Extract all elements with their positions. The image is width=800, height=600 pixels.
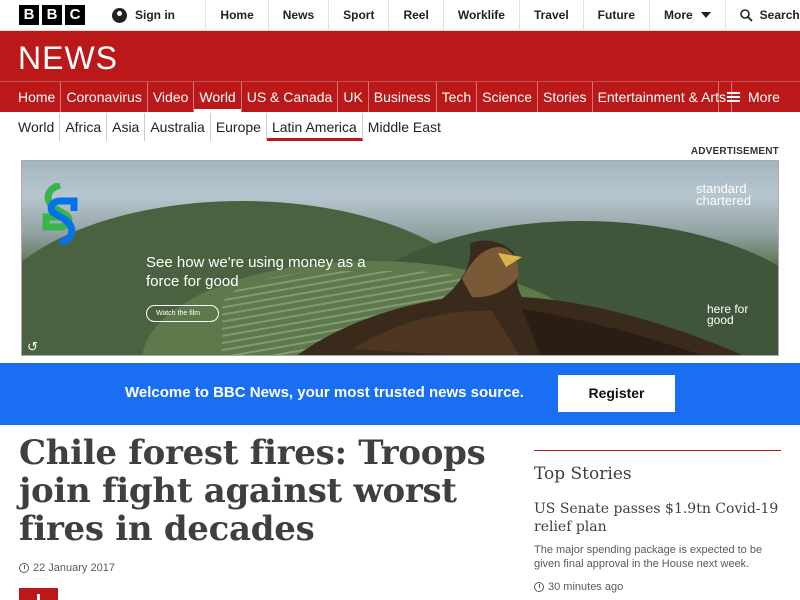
article-headline: Chile forest fires: Troops join fight ag… <box>19 433 486 549</box>
global-nav-reel[interactable]: Reel <box>388 0 442 30</box>
subnav-latin-america[interactable]: Latin America <box>266 113 363 141</box>
news-nav-home[interactable]: Home <box>0 82 62 112</box>
global-nav-news[interactable]: News <box>267 0 328 30</box>
ad-brand-name: standard chartered <box>696 182 751 208</box>
news-nav-stories[interactable]: Stories <box>538 82 593 112</box>
news-nav-more-button[interactable]: More <box>718 82 800 112</box>
global-nav-sport[interactable]: Sport <box>328 0 388 30</box>
news-nav-more-label: More <box>748 89 780 105</box>
ad-tagline: See how we're using money as a force for… <box>146 254 366 290</box>
top-story-time-text: 30 minutes ago <box>548 581 624 593</box>
user-icon <box>112 7 127 23</box>
subnav-europe[interactable]: Europe <box>211 113 267 141</box>
global-nav-home[interactable]: Home <box>205 0 267 30</box>
top-story-summary: The major spending package is expected t… <box>534 544 763 570</box>
subnav-world[interactable]: World <box>0 113 61 141</box>
global-nav-worklife[interactable]: Worklife <box>442 0 519 30</box>
clock-icon <box>19 563 29 573</box>
news-nav-entertainment-arts[interactable]: Entertainment & Arts <box>593 82 732 112</box>
ad-brand-line2: chartered <box>696 193 751 208</box>
news-nav-video[interactable]: Video <box>148 82 195 112</box>
top-stories-heading: Top Stories <box>534 464 632 484</box>
search-icon <box>739 8 753 22</box>
subnav-asia[interactable]: Asia <box>107 113 146 141</box>
news-nav-coronavirus[interactable]: Coronavirus <box>61 82 148 112</box>
watch-film-button[interactable]: Watch the film <box>146 305 220 322</box>
global-nav-more[interactable]: More <box>649 0 725 30</box>
ad-here-for-good: here for good <box>707 302 749 327</box>
news-nav-tech[interactable]: Tech <box>437 82 478 112</box>
sign-in-label: Sign in <box>135 8 175 22</box>
chevron-down-icon <box>700 11 711 18</box>
register-banner: Welcome to BBC News, your most trusted n… <box>0 363 800 425</box>
news-nav: Home Coronavirus Video World US & Canada… <box>0 81 800 112</box>
replay-icon[interactable]: ↺ <box>27 339 38 355</box>
news-nav-us-canada[interactable]: US & Canada <box>242 82 339 112</box>
subnav-australia[interactable]: Australia <box>145 113 211 141</box>
bbc-logo[interactable]: B B C <box>19 5 85 30</box>
world-subnav: World Africa Asia Australia Europe Latin… <box>0 112 800 142</box>
news-nav-world[interactable]: World <box>194 82 242 112</box>
logo-letter: B <box>19 5 39 25</box>
clock-icon <box>534 582 544 592</box>
subnav-africa[interactable]: Africa <box>60 113 108 141</box>
search-button[interactable]: Search <box>724 0 800 30</box>
sign-in-link[interactable]: Sign in <box>112 0 205 30</box>
global-more-label: More <box>664 8 693 22</box>
article-date: 22 January 2017 <box>19 562 115 574</box>
global-nav-travel[interactable]: Travel <box>518 0 583 30</box>
search-label: Search <box>759 8 800 22</box>
share-icon[interactable] <box>19 588 58 600</box>
standard-chartered-logo-icon <box>42 183 78 245</box>
logo-letter: B <box>42 5 62 25</box>
global-nav: Home News Sport Reel Worklife Travel Fut… <box>205 0 724 30</box>
hamburger-icon <box>727 91 740 103</box>
subnav-middle-east[interactable]: Middle East <box>363 113 446 141</box>
register-message: Welcome to BBC News, your most trusted n… <box>125 384 524 401</box>
news-nav-uk[interactable]: UK <box>338 82 369 112</box>
global-nav-future[interactable]: Future <box>582 0 649 30</box>
news-brand-title[interactable]: NEWS <box>18 40 118 77</box>
top-story-time: 30 minutes ago <box>534 581 781 593</box>
advertisement-label: ADVERTISEMENT <box>690 146 779 157</box>
article-date-text: 22 January 2017 <box>33 562 115 574</box>
news-nav-science[interactable]: Science <box>477 82 538 112</box>
top-bar: B B C Sign in Home News Sport Reel Workl… <box>0 0 800 31</box>
register-button[interactable]: Register <box>558 375 675 412</box>
top-stories-panel: Top Stories US Senate passes $1.9tn Covi… <box>534 450 781 593</box>
news-nav-business[interactable]: Business <box>369 82 437 112</box>
top-story-link[interactable]: US Senate passes $1.9tn Covid-19 relief … <box>534 500 781 536</box>
logo-letter: C <box>65 5 85 25</box>
news-header: NEWS Home Coronavirus Video World US & C… <box>0 31 800 112</box>
advertisement-banner[interactable]: standard chartered See how we're using m… <box>21 160 779 356</box>
